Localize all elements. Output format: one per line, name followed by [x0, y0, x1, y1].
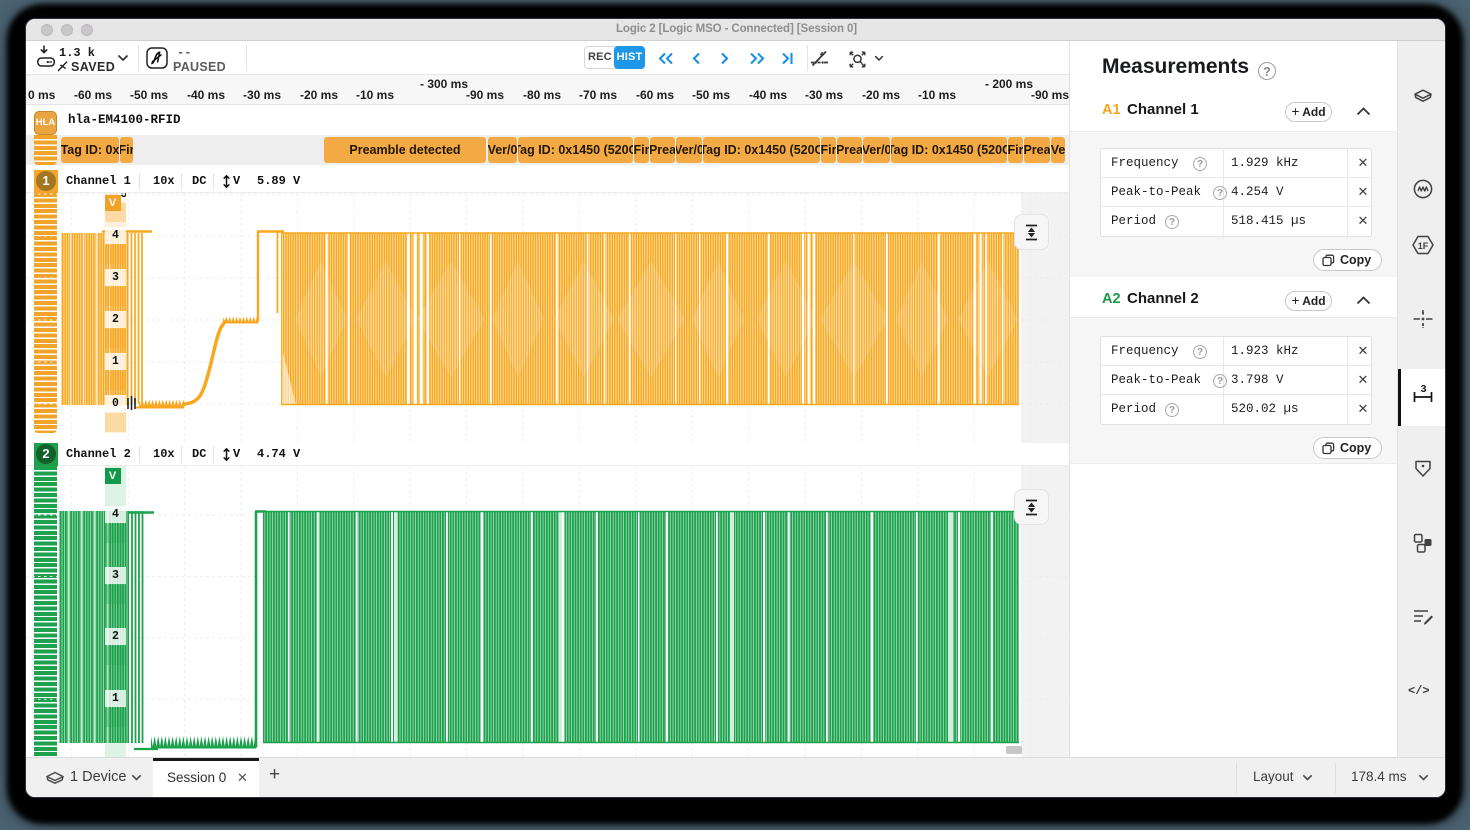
svg-text:3: 3 [1421, 383, 1427, 395]
svg-text:1F: 1F [1418, 241, 1429, 251]
